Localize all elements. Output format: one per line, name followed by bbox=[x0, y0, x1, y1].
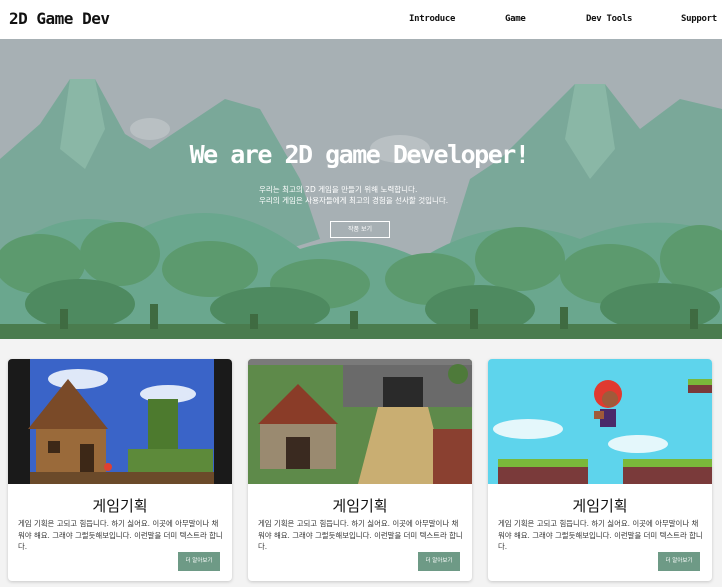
nav-game[interactable]: Game bbox=[505, 14, 526, 24]
hero-subtitle-line-2: 우리의 게임은 사용자들에게 최고의 경험을 선사할 것입니다. bbox=[259, 196, 449, 205]
learn-more-button[interactable]: 더 알아보기 bbox=[658, 552, 700, 571]
game-card: 게임기획 게임 기획은 고되고 힘듭니다. 하기 싫어요. 이곳에 아무말이나 … bbox=[488, 359, 712, 581]
learn-more-button[interactable]: 더 알아보기 bbox=[178, 552, 220, 571]
hero-subtitle-line-1: 우리는 최고의 2D 게임을 만들기 위해 노력합니다. bbox=[259, 185, 418, 194]
hero-subtitle: 우리는 최고의 2D 게임을 만들기 위해 노력합니다. 우리의 게임은 사용자… bbox=[259, 184, 448, 206]
view-works-button[interactable]: 작품 보기 bbox=[330, 221, 390, 238]
card-title: 게임기획 bbox=[332, 497, 388, 515]
game-screenshot-town-image bbox=[248, 359, 472, 484]
game-card: 게임기획 게임 기획은 고되고 힘듭니다. 하기 싫어요. 이곳에 아무말이나 … bbox=[248, 359, 472, 581]
site-header: 2D Game Dev Introduce Game Dev Tools Sup… bbox=[0, 0, 722, 39]
card-title: 게임기획 bbox=[92, 497, 148, 515]
hero-banner: We are 2D game Developer! 우리는 최고의 2D 게임을… bbox=[0, 39, 722, 339]
nav-support[interactable]: Support bbox=[681, 14, 717, 24]
game-card: 게임기획 게임 기획은 고되고 힘듭니다. 하기 싫어요. 이곳에 아무말이나 … bbox=[8, 359, 232, 581]
nav-introduce[interactable]: Introduce bbox=[409, 14, 455, 24]
card-description: 게임 기획은 고되고 힘듭니다. 하기 싫어요. 이곳에 아무말이나 채워야 해… bbox=[258, 519, 463, 551]
game-screenshot-platformer-image bbox=[488, 359, 712, 484]
card-description: 게임 기획은 고되고 힘듭니다. 하기 싫어요. 이곳에 아무말이나 채워야 해… bbox=[498, 519, 703, 551]
hero-title: We are 2D game Developer! bbox=[189, 140, 530, 169]
site-logo[interactable]: 2D Game Dev bbox=[9, 9, 110, 28]
nav-dev-tools[interactable]: Dev Tools bbox=[586, 14, 632, 24]
learn-more-button[interactable]: 더 알아보기 bbox=[418, 552, 460, 571]
game-screenshot-village-image bbox=[8, 359, 232, 484]
card-title: 게임기획 bbox=[572, 497, 628, 515]
card-description: 게임 기획은 고되고 힘듭니다. 하기 싫어요. 이곳에 아무말이나 채워야 해… bbox=[18, 519, 223, 551]
